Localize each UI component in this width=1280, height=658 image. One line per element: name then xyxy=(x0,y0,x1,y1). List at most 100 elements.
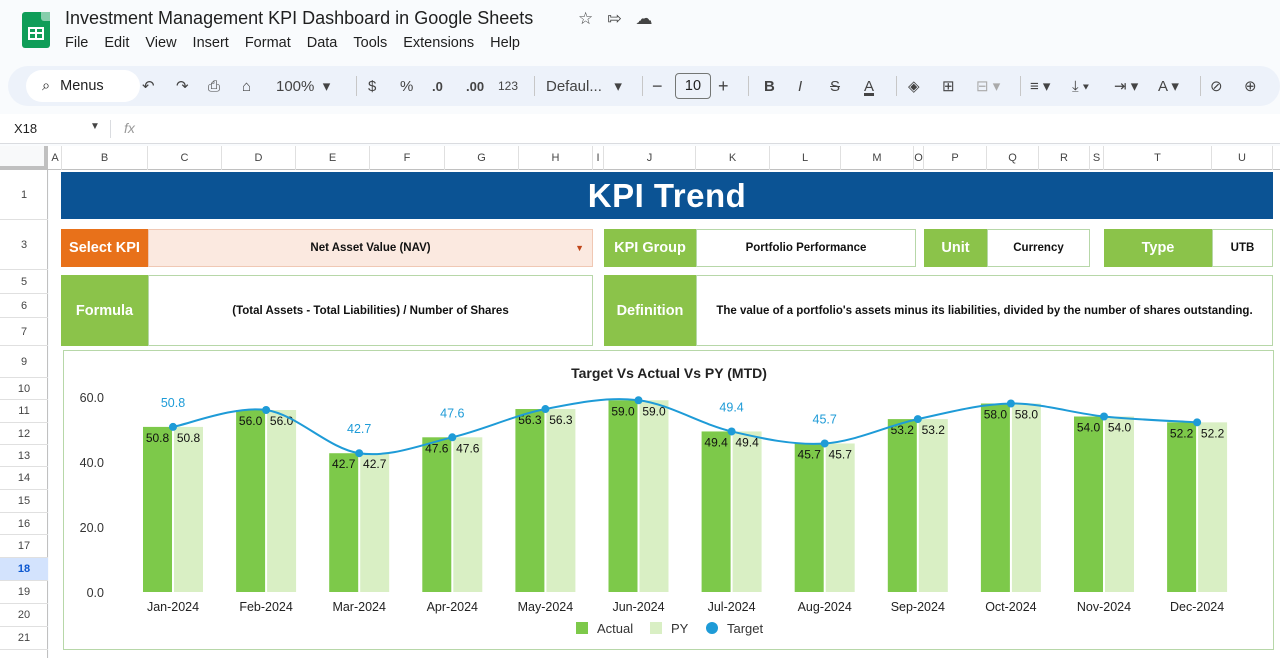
text-rotation-icon[interactable]: A ▾ xyxy=(1158,66,1179,106)
text-wrapping-icon[interactable]: ⇥ ▾ xyxy=(1114,66,1138,106)
column-header-f[interactable]: F xyxy=(370,146,445,170)
fill-color-icon[interactable]: ◈ xyxy=(908,66,920,106)
row-header-1[interactable]: 1 xyxy=(0,170,48,220)
menu-insert[interactable]: Insert xyxy=(193,35,229,51)
row-header-9[interactable]: 9 xyxy=(0,346,48,378)
row-header-19[interactable]: 19 xyxy=(0,581,48,604)
percent-format-button[interactable]: % xyxy=(400,66,413,106)
row-header-15[interactable]: 15 xyxy=(0,490,48,513)
row-header-3[interactable]: 3 xyxy=(0,220,48,270)
target-point xyxy=(1193,418,1202,427)
column-header-j[interactable]: J xyxy=(604,146,696,170)
kpi-group-value[interactable]: Portfolio Performance xyxy=(696,229,916,267)
increase-font-size-button[interactable]: + xyxy=(718,66,729,106)
font-family-select[interactable]: Defaul... ▾ xyxy=(546,66,622,106)
column-header-d[interactable]: D xyxy=(222,146,296,170)
column-header-t[interactable]: T xyxy=(1104,146,1212,170)
insert-link-icon[interactable]: ⊘ xyxy=(1210,66,1223,106)
paint-format-icon[interactable]: ⌂ xyxy=(242,66,251,106)
py-bar xyxy=(267,410,297,592)
column-header-r[interactable]: R xyxy=(1039,146,1090,170)
column-header-s[interactable]: S xyxy=(1090,146,1104,170)
merge-cells-icon[interactable]: ⊟ ▾ xyxy=(976,66,1000,106)
italic-button[interactable]: I xyxy=(798,66,802,106)
target-point xyxy=(541,405,550,414)
borders-icon[interactable]: ⊞ xyxy=(942,66,955,106)
type-value[interactable]: UTB xyxy=(1212,229,1273,267)
column-header-b[interactable]: B xyxy=(62,146,148,170)
row-header-11[interactable]: 11 xyxy=(0,400,48,423)
column-header-o[interactable]: O xyxy=(914,146,924,170)
row-header-16[interactable]: 16 xyxy=(0,513,48,535)
strikethrough-button[interactable]: S xyxy=(830,66,840,106)
more-formats-button[interactable]: 123 xyxy=(498,66,518,106)
column-header-l[interactable]: L xyxy=(770,146,841,170)
py-data-label: 42.7 xyxy=(363,457,387,471)
py-data-label: 53.2 xyxy=(922,423,946,437)
column-header-q[interactable]: Q xyxy=(987,146,1039,170)
redo-icon[interactable]: ↷ xyxy=(176,66,189,106)
google-sheets-logo-icon[interactable] xyxy=(22,12,50,48)
row-header-17[interactable]: 17 xyxy=(0,535,48,558)
row-header-5[interactable]: 5 xyxy=(0,270,48,294)
vertical-align-icon[interactable]: ⤓ ▾ xyxy=(1072,66,1089,106)
menu-help[interactable]: Help xyxy=(490,35,520,51)
name-box[interactable]: X18 xyxy=(14,121,37,136)
insert-comment-icon[interactable]: ⊕ xyxy=(1244,66,1257,106)
actual-data-label: 45.7 xyxy=(798,447,822,461)
horizontal-align-icon[interactable]: ≡ ▾ xyxy=(1030,66,1050,106)
menu-format[interactable]: Format xyxy=(245,35,291,51)
font-size-input[interactable]: 10 xyxy=(675,73,711,99)
select-kpi-dropdown[interactable]: Net Asset Value (NAV) ▼ xyxy=(148,229,593,267)
decrease-decimal-button[interactable]: .0 xyxy=(432,66,443,106)
column-header-k[interactable]: K xyxy=(696,146,770,170)
currency-format-button[interactable]: $ xyxy=(368,66,376,106)
row-header-6[interactable]: 6 xyxy=(0,294,48,318)
kpi-trend-chart[interactable]: Target Vs Actual Vs PY (MTD) 0.0 20.0 40.0 6… xyxy=(63,350,1274,650)
column-header-e[interactable]: E xyxy=(296,146,370,170)
move-to-folder-icon[interactable]: ⇰ xyxy=(607,9,621,29)
text-color-button[interactable]: A xyxy=(864,66,874,106)
bold-button[interactable]: B xyxy=(764,66,775,106)
row-header-13[interactable]: 13 xyxy=(0,445,48,467)
target-point xyxy=(1100,412,1108,421)
column-header-u[interactable]: U xyxy=(1212,146,1273,170)
document-title[interactable]: Investment Management KPI Dashboard in G… xyxy=(65,8,533,29)
menu-tools[interactable]: Tools xyxy=(353,35,387,51)
star-icon[interactable]: ☆ xyxy=(578,9,593,29)
column-header-m[interactable]: M xyxy=(841,146,914,170)
column-header-c[interactable]: C xyxy=(148,146,222,170)
row-header-14[interactable]: 14 xyxy=(0,467,48,490)
menu-file[interactable]: File xyxy=(65,35,88,51)
row-header-7[interactable]: 7 xyxy=(0,318,48,346)
dropdown-arrow-icon[interactable]: ▼ xyxy=(575,243,584,253)
column-header-i[interactable]: I xyxy=(593,146,604,170)
zoom-select[interactable]: 100% ▾ xyxy=(276,66,330,106)
unit-value[interactable]: Currency xyxy=(987,229,1090,267)
row-header-12[interactable]: 12 xyxy=(0,423,48,445)
select-all-corner[interactable] xyxy=(0,146,48,170)
cloud-status-icon[interactable]: ☁ xyxy=(636,9,653,29)
row-header-20[interactable]: 20 xyxy=(0,604,48,627)
chevron-down-icon[interactable]: ▼ xyxy=(90,121,100,132)
definition-value[interactable]: The value of a portfolio's assets minus … xyxy=(696,275,1273,346)
actual-bar xyxy=(329,453,359,592)
column-header-p[interactable]: P xyxy=(924,146,987,170)
menu-view[interactable]: View xyxy=(145,35,176,51)
increase-decimal-button[interactable]: .00 xyxy=(466,66,484,106)
column-header-a[interactable]: A xyxy=(49,146,62,170)
column-header-h[interactable]: H xyxy=(519,146,593,170)
target-data-label: 49.4 xyxy=(719,400,743,414)
menu-extensions[interactable]: Extensions xyxy=(403,35,474,51)
undo-icon[interactable]: ↶ xyxy=(142,66,155,106)
formula-value[interactable]: (Total Assets - Total Liabilities) / Num… xyxy=(148,275,593,346)
column-header-g[interactable]: G xyxy=(445,146,519,170)
print-icon[interactable]: ⎙ xyxy=(208,66,220,106)
decrease-font-size-button[interactable]: − xyxy=(652,66,663,106)
row-header-18[interactable]: 18 xyxy=(0,558,48,581)
menus-search-button[interactable]: ⌕ Menus xyxy=(26,70,140,102)
menu-edit[interactable]: Edit xyxy=(104,35,129,51)
row-header-21[interactable]: 21 xyxy=(0,627,48,650)
row-header-10[interactable]: 10 xyxy=(0,378,48,400)
menu-data[interactable]: Data xyxy=(307,35,338,51)
